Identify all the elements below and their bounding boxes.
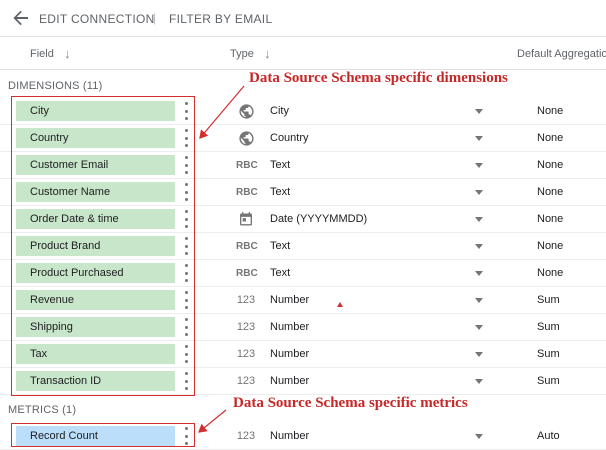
dimensions-annotation-text: Data Source Schema specific dimensions xyxy=(249,70,508,86)
metrics-annotation-text: Data Source Schema specific metrics xyxy=(233,395,468,411)
metrics-annotation-arrow xyxy=(198,409,227,433)
annotation-arrows xyxy=(198,85,245,433)
dimensions-annotation-arrow xyxy=(199,85,245,139)
cursor-marker xyxy=(337,302,343,307)
